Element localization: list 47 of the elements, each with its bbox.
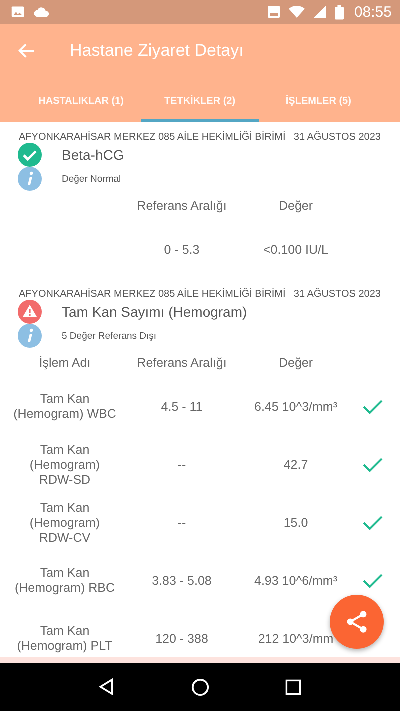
image-icon xyxy=(11,5,25,19)
result-summary: 5 Değer Referans Dışı xyxy=(62,330,157,342)
test-item-name: Tam Kan (Hemogram) RBC xyxy=(14,566,116,596)
test-item-name: Tam Kan (Hemogram) RDW-CV xyxy=(28,500,102,546)
result-value: 15.0 xyxy=(282,516,310,530)
column-header: Referans Aralığı xyxy=(136,356,228,370)
recents-icon[interactable] xyxy=(285,678,302,696)
test-item-name: Tam Kan (Hemogram) PLT xyxy=(16,624,114,654)
test-name: Tam Kan Sayımı (Hemogram) xyxy=(62,304,248,320)
test-name: Beta-hCG xyxy=(62,147,124,163)
result-value: 4.93 10^6/mm³ xyxy=(254,574,338,588)
result-value: 42.7 xyxy=(282,458,310,472)
warning-icon xyxy=(18,300,42,324)
reference-range: 4.5 - 11 xyxy=(160,400,204,414)
facility-name: AFYONKARAHİSAR MERKEZ 085 AİLE HEKİMLİĞİ BİRİMİ xyxy=(19,132,286,143)
reference-range: 3.83 - 5.08 xyxy=(151,574,213,588)
back-icon[interactable] xyxy=(98,678,116,696)
info-icon xyxy=(18,324,42,348)
column-header: İşlem Adı xyxy=(38,356,92,370)
result-value: 212 10^3/mm xyxy=(257,632,335,646)
result-value: <0.100 IU/L xyxy=(262,242,330,258)
result-value: 6.45 10^3/mm³ xyxy=(254,400,338,414)
info-icon xyxy=(18,167,42,191)
test-item-name: Tam Kan (Hemogram) RDW-SD xyxy=(28,442,102,488)
test-date: 31 AĞUSTOS 2023 xyxy=(294,289,381,300)
cloud-icon xyxy=(33,6,51,18)
check-circle-icon xyxy=(18,143,42,167)
reference-range: -- xyxy=(176,458,188,472)
battery-icon xyxy=(335,4,344,20)
test-item-name: Tam Kan (Hemogram) WBC xyxy=(12,392,118,422)
tab[interactable]: TETKİKLER (2) xyxy=(140,78,260,122)
clock: 08:55 xyxy=(354,4,392,20)
test-date: 31 AĞUSTOS 2023 xyxy=(294,132,381,143)
reference-range: 120 - 388 xyxy=(154,632,210,646)
tab[interactable]: İŞLEMLER (5) xyxy=(259,78,378,122)
facility-name: AFYONKARAHİSAR MERKEZ 085 AİLE HEKİMLİĞİ BİRİMİ xyxy=(19,289,286,300)
screen-title: Hastane Ziyaret Detayı xyxy=(70,41,244,61)
signal-icon xyxy=(313,5,328,19)
column-header: Değer xyxy=(278,199,314,213)
wifi-icon xyxy=(289,5,306,19)
column-header: Referans Aralığı xyxy=(136,199,228,213)
home-icon[interactable] xyxy=(190,678,210,696)
result-summary: Değer Normal xyxy=(62,174,122,184)
reference-range: 0 - 5.3 xyxy=(163,242,201,258)
column-header: Değer xyxy=(278,356,314,370)
reference-range: -- xyxy=(176,516,188,530)
tab[interactable]: HASTALIKLAR (1) xyxy=(22,78,141,122)
